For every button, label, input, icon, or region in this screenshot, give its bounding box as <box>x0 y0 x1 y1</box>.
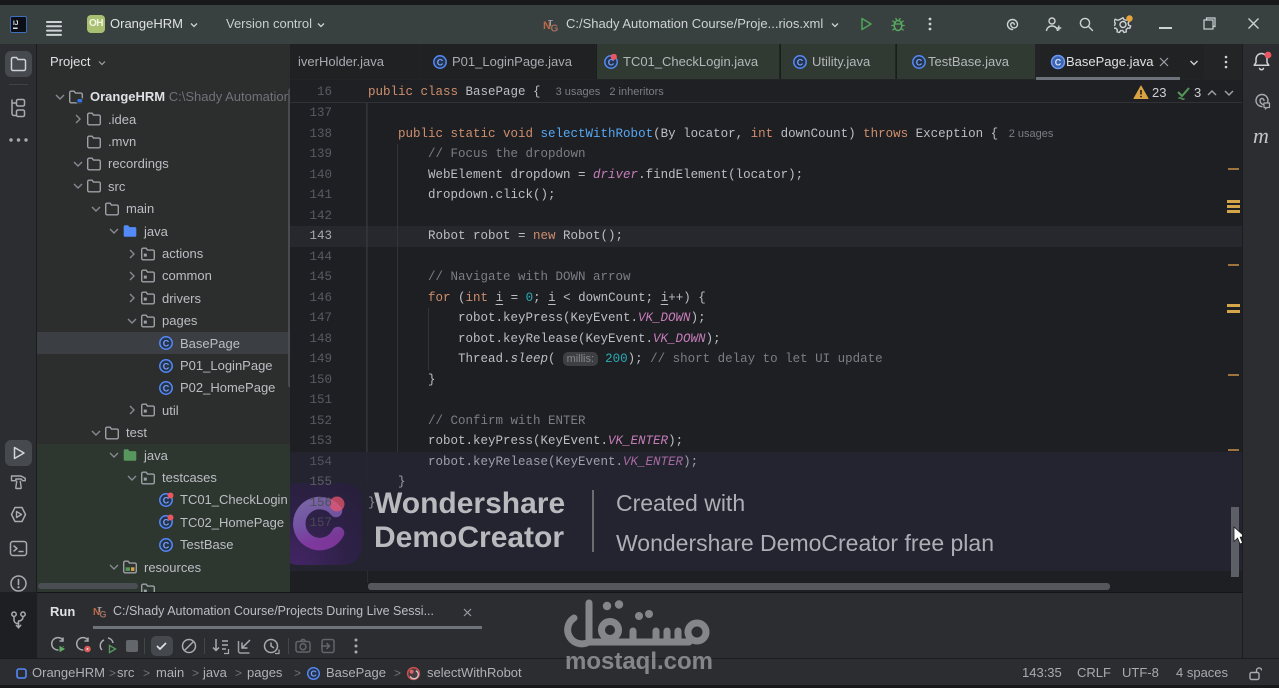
svg-text:C: C <box>163 361 170 371</box>
svg-text:G: G <box>551 24 559 35</box>
svg-text:C: C <box>163 338 170 348</box>
svg-text:IJ: IJ <box>13 20 19 27</box>
svg-text:mostaql.com: mostaql.com <box>565 648 713 675</box>
svg-text:C: C <box>163 383 170 393</box>
svg-text:G: G <box>100 610 107 620</box>
svg-text:C: C <box>310 669 316 679</box>
svg-text:C: C <box>163 540 170 550</box>
